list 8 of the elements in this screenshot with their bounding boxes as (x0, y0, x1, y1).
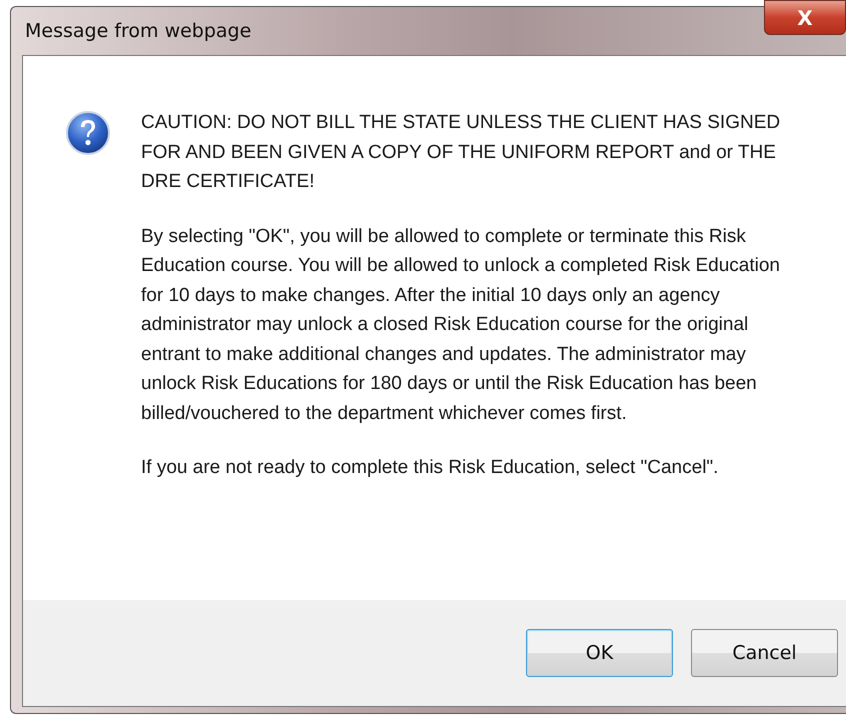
question-icon (65, 110, 111, 156)
close-button[interactable]: X (764, 0, 846, 35)
dialog-button[interactable]: Cancel (691, 629, 838, 677)
message-text: CAUTION: DO NOT BILL THE STATE UNLESS THE CLIENT HAS SIGNED FOR AND BEEN GIVEN A COPY OF THE UNIFORM REPORT and or THE DRE CERTIFICATE! (141, 111, 782, 194)
message-text: If you are not ready to complete this Risk Education, select "Cancel". (141, 456, 720, 480)
dialog-button[interactable]: OK (526, 629, 673, 677)
message-text: By selecting "OK", you will be allowed to complete or terminate this Risk Education course. You will be allowed to unlock a completed Risk Education for 10 days to make changes. After the initial 10 days only an agency administrator may unlock a closed Risk Education course for the original entrant to make additional changes and updates. The administrator may unlock Risk Educations for 180 days or until the Risk Education has been billed/vouchered to the department whichever comes first. (141, 224, 781, 426)
window-title: Message from webpage (25, 20, 252, 42)
